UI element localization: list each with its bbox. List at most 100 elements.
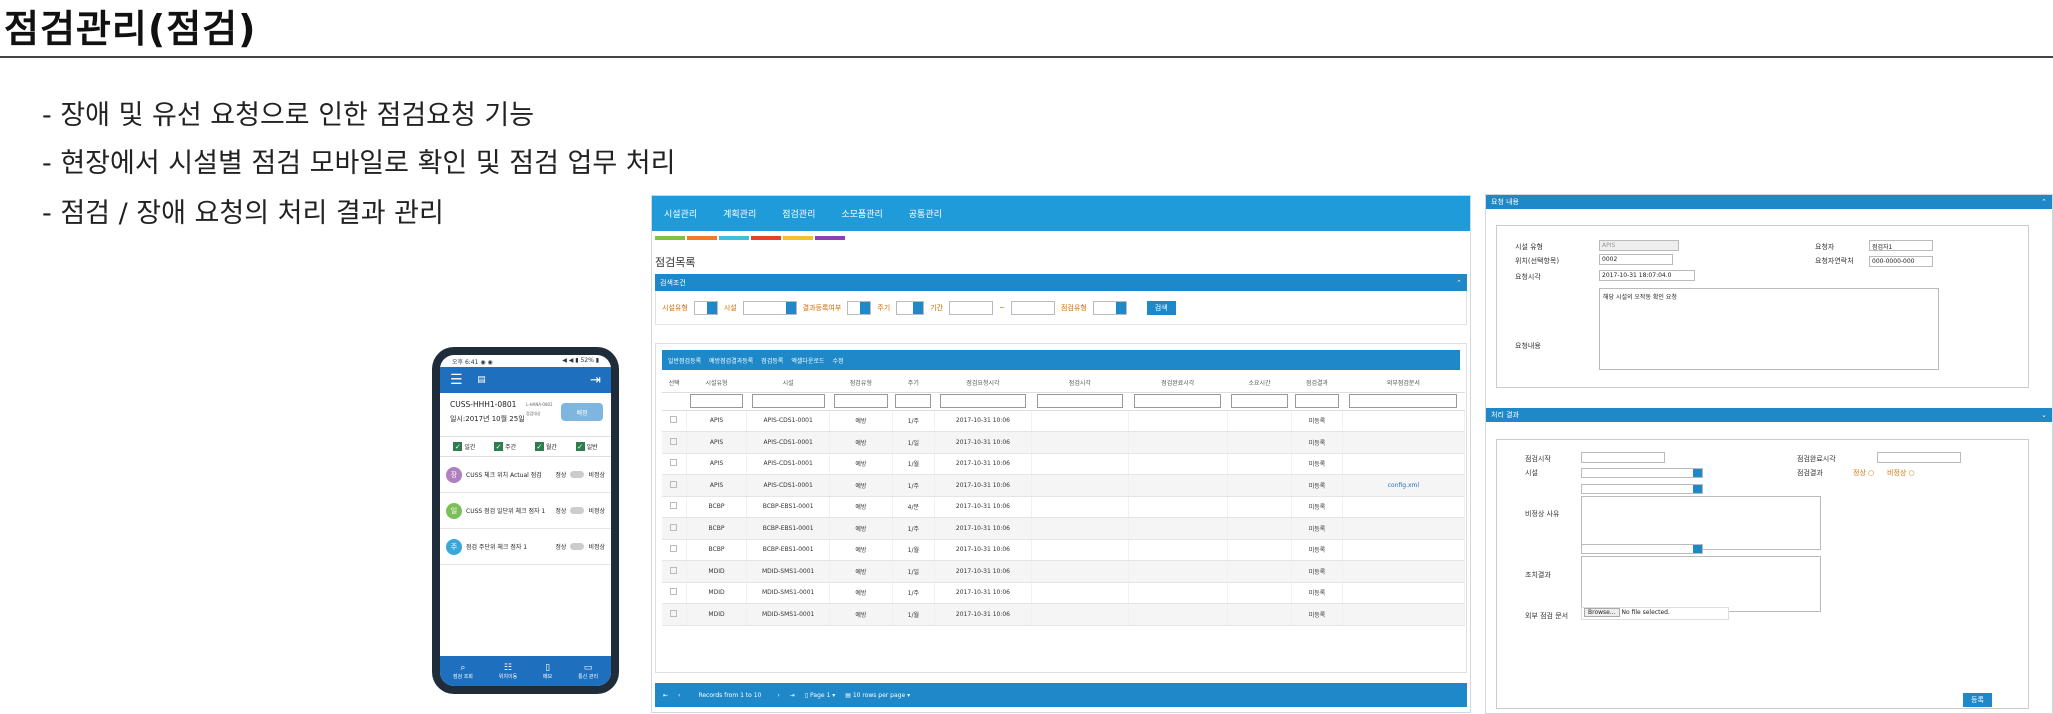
- nav-location[interactable]: ☷ 위치이동: [499, 663, 517, 680]
- contact-field[interactable]: 000-0000-000: [1869, 256, 1933, 267]
- table-row[interactable]: MDID MDID-SMS1-0001 예방 1/주 2017-10-31 10:06 미…: [662, 582, 1466, 604]
- menu-plan[interactable]: 계획관리: [723, 207, 756, 220]
- action-select[interactable]: [1581, 544, 1703, 554]
- row-checkbox[interactable]: [670, 588, 678, 596]
- tab-edit[interactable]: 수정: [833, 356, 844, 365]
- row-checkbox[interactable]: [670, 523, 678, 531]
- check-general[interactable]: ✓ 일반: [575, 442, 598, 451]
- column-filter-input[interactable]: [1134, 394, 1222, 408]
- radio-abnormal[interactable]: 비정상 ○: [1887, 468, 1915, 478]
- collapse-icon[interactable]: ⌃: [1456, 279, 1462, 287]
- row-checkbox[interactable]: [670, 416, 678, 424]
- prev-page-icon[interactable]: ‹: [678, 692, 680, 699]
- save-button[interactable]: 등록: [1963, 693, 1992, 707]
- request-time-field[interactable]: 2017-10-31 18:07:04.0: [1599, 270, 1695, 281]
- column-header[interactable]: 시설: [746, 374, 830, 393]
- tab-excel-download[interactable]: 엑셀다운로드: [791, 356, 824, 365]
- rows-per-page-select[interactable]: ▤ 10 rows per page ▾: [845, 692, 910, 699]
- facility-type-select[interactable]: [693, 300, 718, 315]
- radio-normal[interactable]: 정상 ○: [1853, 468, 1874, 478]
- column-filter-input[interactable]: [895, 394, 932, 408]
- end-field[interactable]: [1877, 452, 1961, 463]
- collapse-icon[interactable]: ⌃: [2041, 198, 2047, 206]
- start-date-input[interactable]: [949, 300, 994, 315]
- column-header[interactable]: 점검유형: [829, 374, 893, 393]
- menu-facility[interactable]: 시설관리: [664, 207, 697, 220]
- table-row[interactable]: MDID MDID-SMS1-0001 예방 1/월 2017-10-31 10:06 미…: [662, 603, 1466, 626]
- requester-field[interactable]: 점검자1: [1869, 240, 1933, 251]
- column-filter-input[interactable]: [751, 394, 825, 408]
- row-checkbox[interactable]: [670, 566, 678, 574]
- list-item[interactable]: 주 점검 주단위 체크 점자 1 정상 비정상: [440, 529, 611, 565]
- check-monthly[interactable]: ✓ 월간: [534, 442, 557, 451]
- column-header[interactable]: 점검결과: [1291, 374, 1343, 393]
- request-content-area[interactable]: 해당 시설의 오작동 확인 요청: [1599, 288, 1939, 370]
- check-weekly[interactable]: ✓ 주간: [494, 442, 516, 451]
- sub-select[interactable]: [1581, 484, 1703, 494]
- facility-select[interactable]: [1581, 468, 1703, 478]
- table-row[interactable]: BCBP BCBP-EBS1-0001 예방 1/월 2017-10-31 10:06 미…: [662, 539, 1466, 561]
- column-header[interactable]: 선택: [662, 374, 687, 393]
- hamburger-icon[interactable]: ☰: [450, 372, 463, 388]
- browse-button[interactable]: Browse...: [1584, 608, 1620, 617]
- column-header[interactable]: 점검요청시각: [934, 374, 1032, 393]
- nav-comm[interactable]: ▭ 통신 관리: [578, 663, 598, 680]
- table-row[interactable]: APIS APIS-CDS1-0001 예방 1/일 2017-10-31 10:06 미…: [662, 431, 1466, 454]
- column-header[interactable]: 소요시간: [1227, 374, 1292, 393]
- table-row[interactable]: APIS APIS-CDS1-0001 예방 1/월 2017-10-31 10:06 미…: [662, 453, 1466, 475]
- action-area[interactable]: [1581, 556, 1821, 612]
- menu-consumables[interactable]: 소모품관리: [841, 207, 882, 220]
- column-header[interactable]: 점검완료시각: [1128, 374, 1228, 393]
- row-checkbox[interactable]: [670, 502, 678, 510]
- row-checkbox[interactable]: [670, 459, 678, 467]
- page-select[interactable]: ▯ Page 1 ▾: [805, 692, 835, 699]
- column-filter-input[interactable]: [690, 394, 743, 408]
- column-filter-input[interactable]: [940, 394, 1026, 408]
- table-row[interactable]: APIS APIS-CDS1-0001 예방 1/주 2017-10-31 10:06 미…: [662, 474, 1466, 497]
- first-page-icon[interactable]: ⇤: [663, 692, 668, 699]
- toggle-switch[interactable]: [570, 507, 585, 514]
- table-row[interactable]: BCBP BCBP-EBS1-0001 예방 1/주 2017-10-31 10:06 미…: [662, 517, 1466, 540]
- start-field[interactable]: [1581, 452, 1665, 463]
- row-checkbox[interactable]: [670, 609, 678, 617]
- assign-button[interactable]: 배정: [561, 403, 603, 421]
- menu-inspection[interactable]: 점검관리: [782, 207, 815, 220]
- inspection-type-select[interactable]: [1092, 300, 1127, 315]
- column-filter-input[interactable]: [1037, 394, 1123, 408]
- table-row[interactable]: BCBP BCBP-EBS1-0001 예방 4/분 2017-10-31 10:06 미…: [662, 496, 1466, 518]
- table-cell[interactable]: config.xml: [1342, 474, 1466, 497]
- nav-memo[interactable]: ▯ 메모: [543, 663, 552, 680]
- grid-icon[interactable]: ▤: [477, 375, 486, 385]
- column-header[interactable]: 주기: [892, 374, 935, 393]
- column-filter-input[interactable]: [1295, 394, 1339, 408]
- logout-icon[interactable]: ⇥: [590, 373, 601, 388]
- cycle-select[interactable]: [896, 300, 925, 315]
- list-item[interactable]: 장 CUSS 체크 위치 Actual 점검 정상 비정상: [440, 457, 611, 493]
- location-select[interactable]: 0002: [1599, 254, 1673, 265]
- facility-select[interactable]: [742, 300, 797, 315]
- tab-inspection-register[interactable]: 점검등록: [761, 356, 783, 365]
- nav-search[interactable]: ⌕ 점검 조회: [453, 663, 473, 680]
- file-input[interactable]: Browse... No file selected.: [1581, 607, 1729, 620]
- column-header[interactable]: 외부점검문서: [1342, 374, 1465, 393]
- end-date-input[interactable]: [1010, 300, 1055, 315]
- column-header[interactable]: 시설유형: [686, 374, 747, 393]
- list-item[interactable]: 일 CUSS 점검 일단위 체크 점자 1 정상 비정상: [440, 493, 611, 529]
- row-checkbox[interactable]: [670, 480, 678, 488]
- search-button[interactable]: 검색: [1146, 300, 1176, 315]
- row-checkbox[interactable]: [670, 545, 678, 553]
- tab-general-register[interactable]: 일반점검등록: [668, 356, 701, 365]
- column-filter-input[interactable]: [1349, 394, 1458, 408]
- tab-preventive-register[interactable]: 예방점검결과등록: [709, 356, 753, 365]
- last-page-icon[interactable]: ⇥: [790, 692, 795, 699]
- row-checkbox[interactable]: [670, 437, 678, 445]
- column-filter-input[interactable]: [833, 394, 889, 408]
- column-filter-input[interactable]: [1231, 394, 1288, 408]
- toggle-switch[interactable]: [570, 543, 585, 550]
- reason-area[interactable]: [1581, 496, 1821, 550]
- column-header[interactable]: 점검시각: [1031, 374, 1129, 393]
- registered-select[interactable]: [847, 300, 872, 315]
- menu-common[interactable]: 공통관리: [909, 207, 942, 220]
- next-page-icon[interactable]: ›: [777, 692, 779, 699]
- table-row[interactable]: MDID MDID-SMS1-0001 예방 1/일 2017-10-31 10:06 미…: [662, 560, 1466, 583]
